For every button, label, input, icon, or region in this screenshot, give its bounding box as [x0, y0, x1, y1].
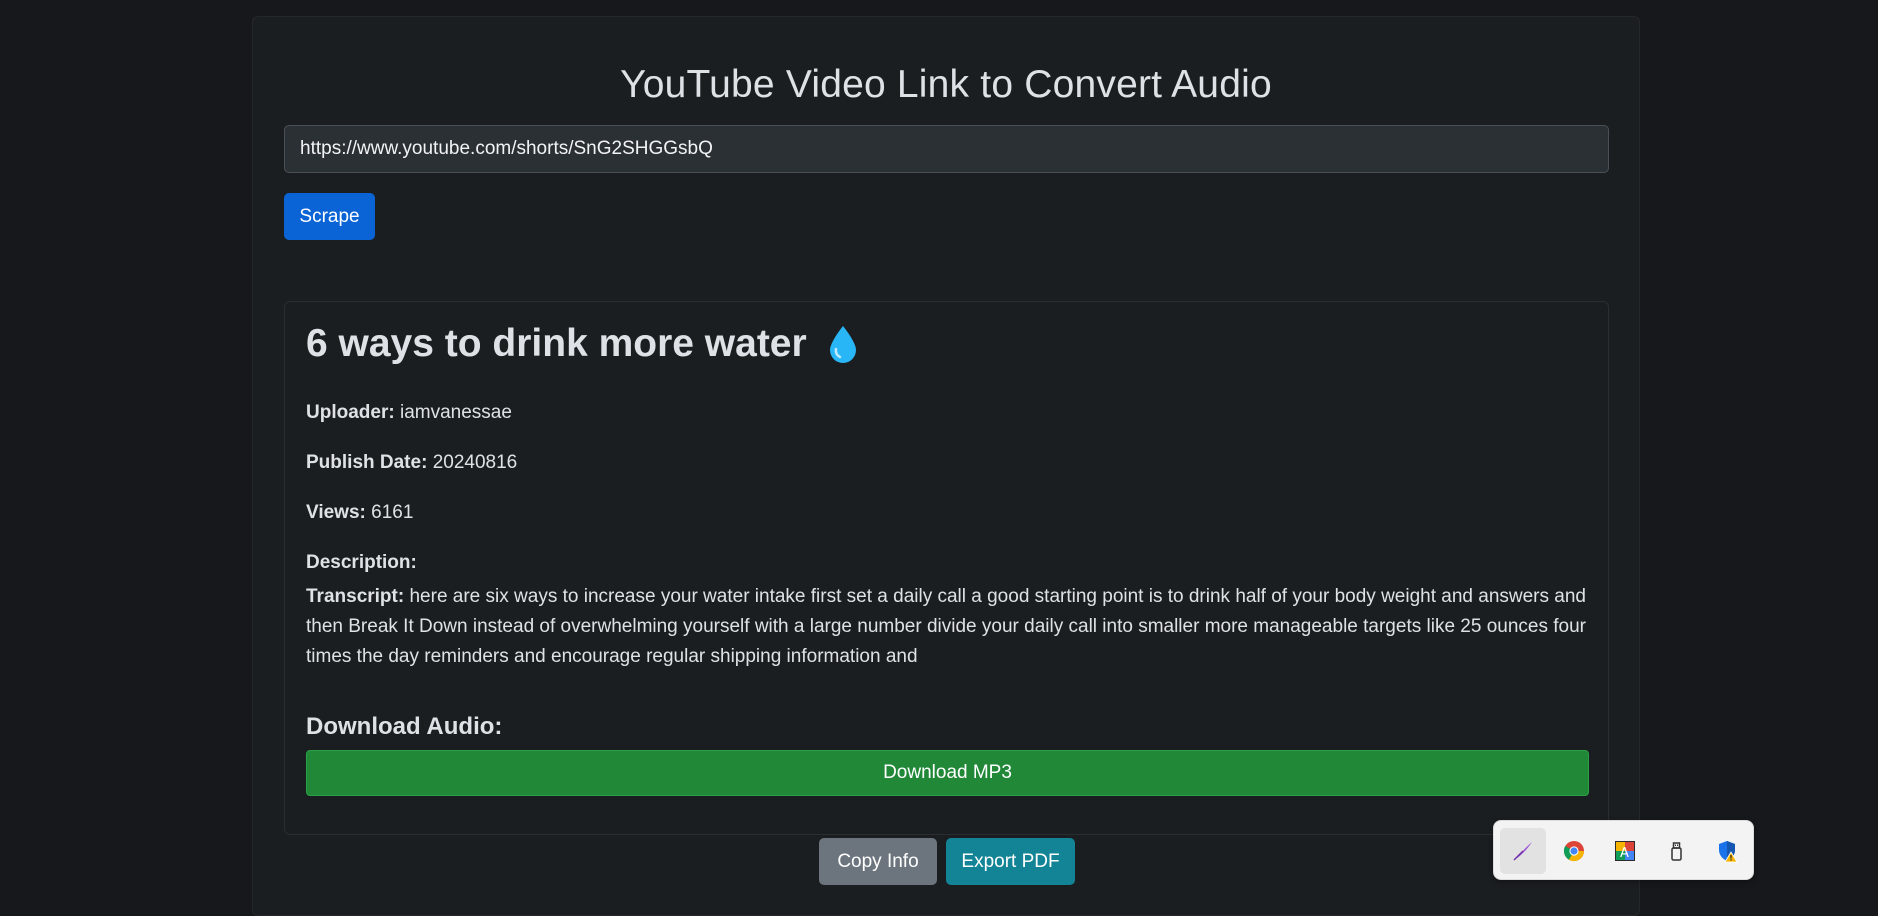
feather-pen-icon[interactable]	[1500, 828, 1546, 874]
uploader-label: Uploader:	[306, 402, 395, 423]
transcript-text: here are six ways to increase your water…	[306, 586, 1586, 667]
download-audio-heading: Download Audio:	[306, 713, 503, 740]
description-line: Description:	[306, 552, 417, 574]
svg-text:A: A	[1620, 846, 1629, 861]
security-shield-icon[interactable]	[1704, 828, 1750, 874]
chrome-icon[interactable]	[1551, 828, 1597, 874]
publish-date-line: Publish Date: 20240816	[306, 452, 517, 474]
views-line: Views: 6161	[306, 502, 413, 524]
views-label: Views:	[306, 502, 366, 523]
export-pdf-button[interactable]: Export PDF	[946, 838, 1075, 885]
page-title: YouTube Video Link to Convert Audio	[620, 63, 1272, 106]
publish-date-value: 20240816	[432, 452, 518, 473]
views-value: 6161	[371, 502, 414, 523]
uploader-line: Uploader: iamvanessae	[306, 402, 512, 424]
video-info-card: 6 ways to drink more water Uploader: iam…	[284, 301, 1609, 835]
copy-info-button[interactable]: Copy Info	[819, 838, 937, 885]
url-input[interactable]	[284, 125, 1609, 173]
description-label: Description:	[306, 552, 417, 573]
transcript-label: Transcript:	[306, 586, 405, 607]
uploader-value: iamvanessae	[399, 402, 512, 423]
water-drop-icon	[827, 324, 859, 364]
converter-card: YouTube Video Link to Convert Audio Scra…	[252, 16, 1640, 916]
download-mp3-button[interactable]: Download MP3	[306, 750, 1589, 796]
system-tray-overflow: A	[1493, 820, 1754, 880]
usb-drive-icon[interactable]	[1653, 828, 1699, 874]
paint-app-icon[interactable]: A	[1602, 828, 1648, 874]
publish-date-label: Publish Date:	[306, 452, 428, 473]
video-title: 6 ways to drink more water	[306, 322, 859, 366]
scrape-button[interactable]: Scrape	[284, 193, 375, 240]
video-title-text: 6 ways to drink more water	[306, 322, 807, 365]
transcript: Transcript: here are six ways to increas…	[306, 582, 1591, 672]
